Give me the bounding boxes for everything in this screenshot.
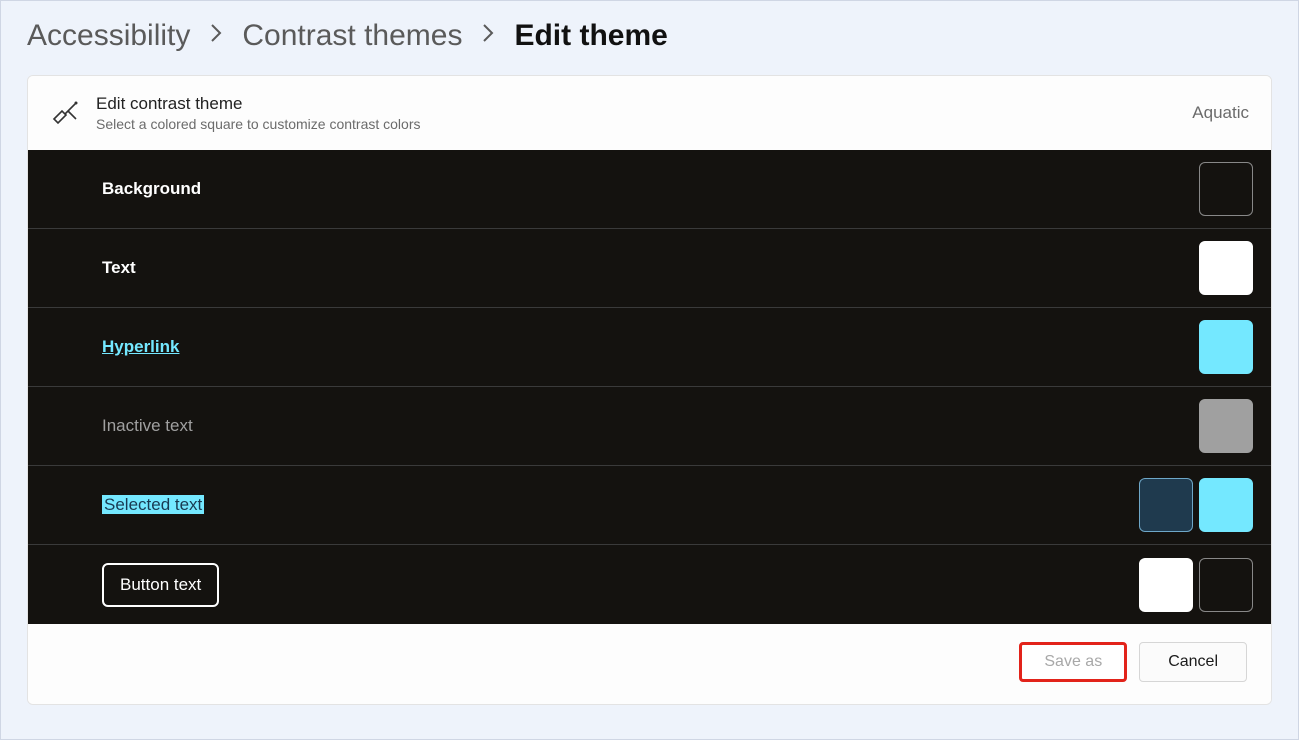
edit-theme-card: Edit contrast theme Select a colored squ…	[27, 75, 1272, 705]
row-button-text: Button text	[28, 545, 1271, 624]
swatch-hyperlink[interactable]	[1199, 320, 1253, 374]
card-header: Edit contrast theme Select a colored squ…	[28, 76, 1271, 150]
breadcrumb-current: Edit theme	[514, 19, 667, 53]
row-hyperlink: Hyperlink	[28, 308, 1271, 387]
swatch-inactive[interactable]	[1199, 399, 1253, 453]
row-label-text: Text	[102, 258, 1199, 278]
breadcrumb: Accessibility Contrast themes Edit theme	[1, 1, 1298, 75]
row-label-hyperlink: Hyperlink	[102, 337, 1199, 357]
row-label-button-wrap: Button text	[102, 563, 1139, 607]
swatch-selected-bg[interactable]	[1199, 478, 1253, 532]
chevron-right-icon	[208, 24, 224, 48]
card-subtitle: Select a colored square to customize con…	[96, 116, 1192, 132]
row-text: Text	[28, 229, 1271, 308]
row-background: Background	[28, 150, 1271, 229]
row-label-inactive: Inactive text	[102, 416, 1199, 436]
row-label-selected-wrap: Selected text	[102, 495, 1139, 515]
cancel-button[interactable]: Cancel	[1139, 642, 1247, 682]
swatch-background[interactable]	[1199, 162, 1253, 216]
card-title: Edit contrast theme	[96, 94, 1192, 114]
swatch-text[interactable]	[1199, 241, 1253, 295]
swatch-selected-fg[interactable]	[1139, 478, 1193, 532]
row-label-selected: Selected text	[102, 495, 204, 514]
save-as-button[interactable]: Save as	[1019, 642, 1127, 682]
row-inactive-text: Inactive text	[28, 387, 1271, 466]
row-label-background: Background	[102, 179, 1199, 199]
breadcrumb-contrast-themes[interactable]: Contrast themes	[242, 19, 462, 53]
row-label-button: Button text	[120, 575, 201, 594]
swatch-button-bg[interactable]	[1199, 558, 1253, 612]
footer-actions: Save as Cancel	[28, 624, 1271, 704]
breadcrumb-accessibility[interactable]: Accessibility	[27, 19, 190, 53]
color-rows: Background Text Hyperlink Inactive text	[28, 150, 1271, 624]
swatch-button-fg[interactable]	[1139, 558, 1193, 612]
row-selected-text: Selected text	[28, 466, 1271, 545]
chevron-right-icon	[480, 24, 496, 48]
paintbrush-icon	[46, 99, 86, 127]
theme-name: Aquatic	[1192, 103, 1249, 123]
